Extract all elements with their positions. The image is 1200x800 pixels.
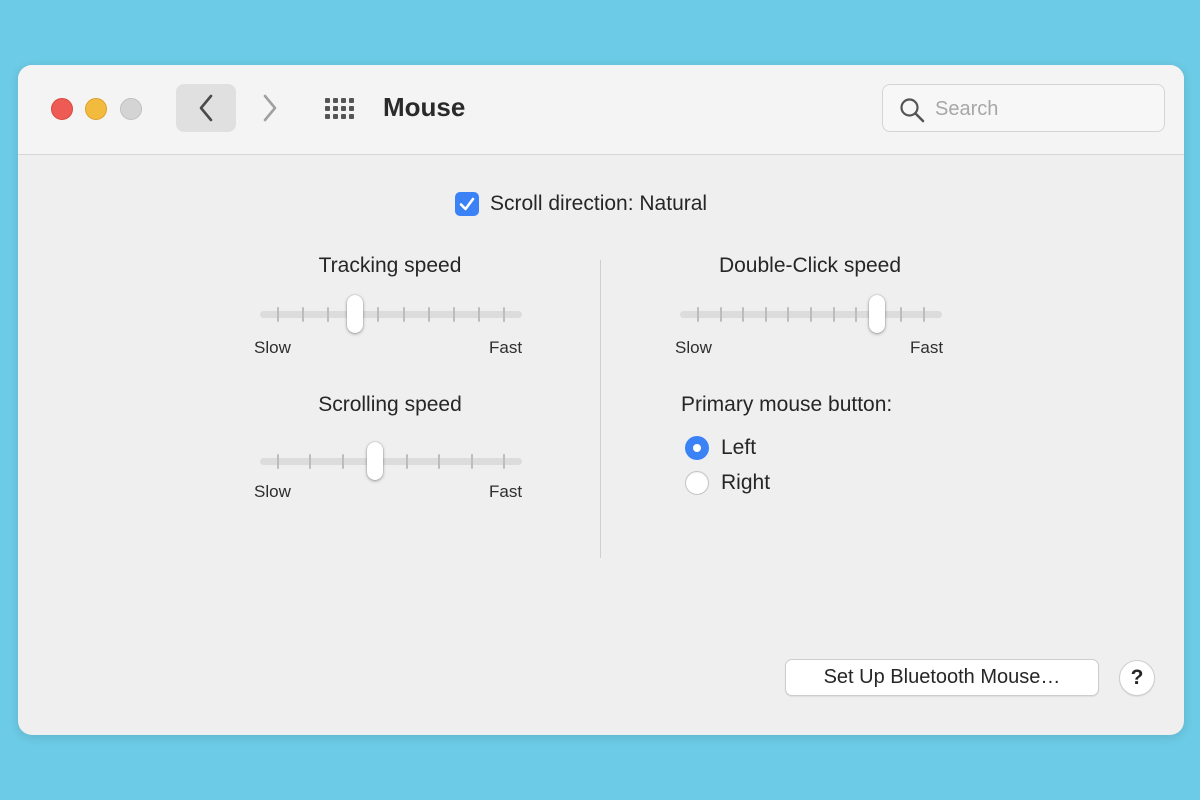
double-click-fast-label: Fast [910, 338, 944, 357]
slider-tick [697, 307, 699, 322]
forward-chevron-icon [263, 94, 277, 122]
slider-tick [327, 307, 330, 322]
search-field[interactable] [882, 84, 1165, 132]
setup-bluetooth-mouse-button[interactable]: Set Up Bluetooth Mouse… [785, 659, 1099, 696]
slider-tick [477, 307, 480, 322]
forward-button[interactable] [248, 84, 292, 132]
scrolling-speed-label: Scrolling speed [318, 393, 462, 416]
slider-tick [427, 307, 430, 322]
radio-left[interactable] [685, 436, 709, 460]
scrolling-slow-label: Slow [254, 482, 291, 501]
scroll-direction-option[interactable]: Scroll direction: Natural [455, 191, 707, 217]
slider-tick [277, 454, 279, 469]
preferences-window: Mouse Scroll direction: Natural Tracking… [18, 65, 1184, 735]
slider-knob[interactable] [367, 442, 384, 480]
show-all-grid-icon [325, 98, 354, 119]
radio-option-right[interactable]: Right [685, 470, 770, 496]
slider-tick [452, 307, 455, 322]
slider-tick [470, 454, 473, 469]
close-button[interactable] [51, 98, 73, 120]
page-title: Mouse [383, 92, 466, 122]
slider-knob[interactable] [868, 295, 885, 333]
back-button[interactable] [176, 84, 236, 132]
slider-tick [742, 307, 745, 322]
slider-tick [309, 454, 312, 469]
column-divider [600, 260, 601, 558]
slider-tick [923, 307, 925, 322]
radio-right-label: Right [721, 471, 771, 494]
double-click-speed-slider[interactable] [680, 295, 942, 335]
slider-tick [832, 307, 835, 322]
double-click-speed-label: Double-Click speed [718, 254, 902, 277]
scrolling-fast-label: Fast [489, 482, 523, 501]
slider-tick [810, 307, 812, 322]
help-button[interactable]: ? [1119, 660, 1155, 696]
radio-right[interactable] [685, 471, 709, 495]
slider-tick [503, 307, 505, 322]
slider-tick [402, 307, 405, 322]
primary-button-label: Primary mouse button: [681, 393, 893, 416]
search-input[interactable] [935, 95, 1155, 123]
checkmark-icon [459, 197, 475, 211]
tracking-fast-label: Fast [489, 338, 523, 357]
slider-tick [302, 307, 305, 322]
slider-knob[interactable] [346, 295, 363, 333]
slider-track [260, 311, 522, 318]
scroll-direction-checkbox[interactable] [455, 192, 479, 216]
minimize-button[interactable] [85, 98, 107, 120]
scrolling-speed-slider[interactable] [260, 442, 522, 482]
slider-tick [855, 307, 858, 322]
slider-tick [277, 307, 279, 322]
radio-left-label: Left [721, 436, 757, 459]
show-all-button[interactable] [322, 95, 358, 121]
scroll-direction-label: Scroll direction: Natural [490, 192, 708, 215]
tracking-speed-label: Tracking speed [318, 254, 462, 277]
search-icon [900, 98, 925, 123]
toolbar: Mouse [18, 65, 1184, 155]
slider-tick [503, 454, 505, 469]
double-click-slow-label: Slow [675, 338, 712, 357]
slider-track [260, 458, 522, 465]
radio-option-left[interactable]: Left [685, 435, 756, 461]
zoom-button[interactable] [120, 98, 142, 120]
back-chevron-icon [199, 94, 213, 122]
slider-tick [719, 307, 722, 322]
tracking-slow-label: Slow [254, 338, 291, 357]
tracking-speed-slider[interactable] [260, 295, 522, 335]
slider-tick [406, 454, 409, 469]
slider-tick [764, 307, 767, 322]
slider-tick [341, 454, 344, 469]
